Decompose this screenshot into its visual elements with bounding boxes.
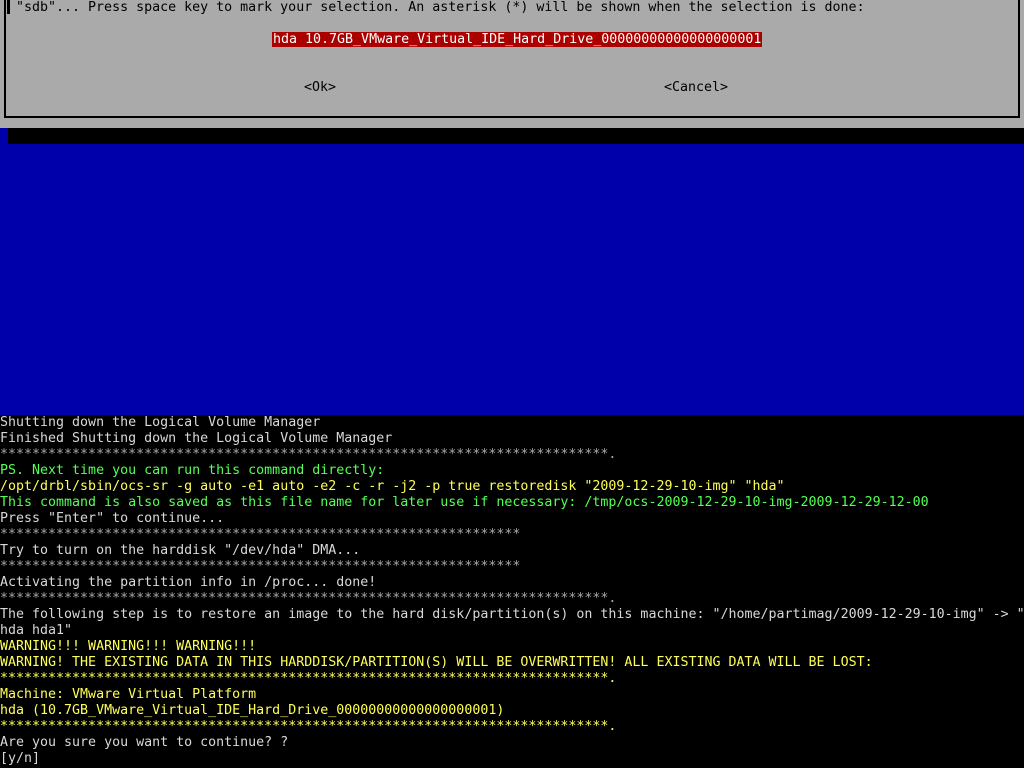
terminal-line: Activating the partition info in /proc..…: [0, 575, 377, 590]
disk-option-hda[interactable]: hda 10.7GB_VMware_Virtual_IDE_Hard_Drive…: [272, 32, 763, 47]
dialog-scroll-indicator: [7, 0, 10, 14]
terminal-line: This command is also saved as this file …: [0, 495, 929, 510]
terminal-line: ****************************************…: [0, 719, 617, 734]
terminal-line: Shutting down the Logical Volume Manager: [0, 415, 321, 430]
terminal-line: /opt/drbl/sbin/ocs-sr -g auto -e1 auto -…: [0, 479, 785, 494]
terminal-line: WARNING! THE EXISTING DATA IN THIS HARDD…: [0, 655, 873, 670]
terminal-line: Press "Enter" to continue...: [0, 511, 225, 526]
dialog-shadow: [8, 128, 1024, 144]
terminal-line: ****************************************…: [0, 591, 617, 606]
disk-selection-dialog: "sdb"... Press space key to mark your se…: [0, 0, 1024, 128]
backdrop-edge: [0, 128, 8, 144]
terminal-line: ****************************************…: [0, 527, 521, 542]
cancel-button[interactable]: <Cancel>: [664, 80, 728, 96]
terminal-line: ****************************************…: [0, 671, 617, 686]
terminal-line: [y/n]: [0, 751, 41, 766]
dialog-frame: [4, 0, 1020, 118]
terminal-line: Machine: VMware Virtual Platform: [0, 687, 257, 702]
ok-button[interactable]: <Ok>: [304, 80, 336, 96]
terminal-line: PS. Next time you can run this command d…: [0, 463, 385, 478]
dialog-backdrop: [0, 144, 1024, 415]
terminal-line: hda hda1": [0, 623, 73, 638]
clonezilla-screen: "sdb"... Press space key to mark your se…: [0, 0, 1024, 768]
terminal-line: The following step is to restore an imag…: [0, 607, 1024, 622]
terminal-line: Are you sure you want to continue? ?: [0, 735, 289, 750]
terminal-line: Try to turn on the harddisk "/dev/hda" D…: [0, 543, 361, 558]
terminal-line: ****************************************…: [0, 447, 617, 462]
terminal-line: Finished Shutting down the Logical Volum…: [0, 431, 393, 446]
terminal-line: WARNING!!! WARNING!!! WARNING!!!: [0, 639, 257, 654]
terminal-line: ****************************************…: [0, 559, 521, 574]
terminal-line: hda (10.7GB_VMware_Virtual_IDE_Hard_Driv…: [0, 703, 505, 718]
dialog-instruction: "sdb"... Press space key to mark your se…: [16, 0, 865, 15]
terminal-output: Shutting down the Logical Volume Manager…: [0, 415, 1024, 768]
